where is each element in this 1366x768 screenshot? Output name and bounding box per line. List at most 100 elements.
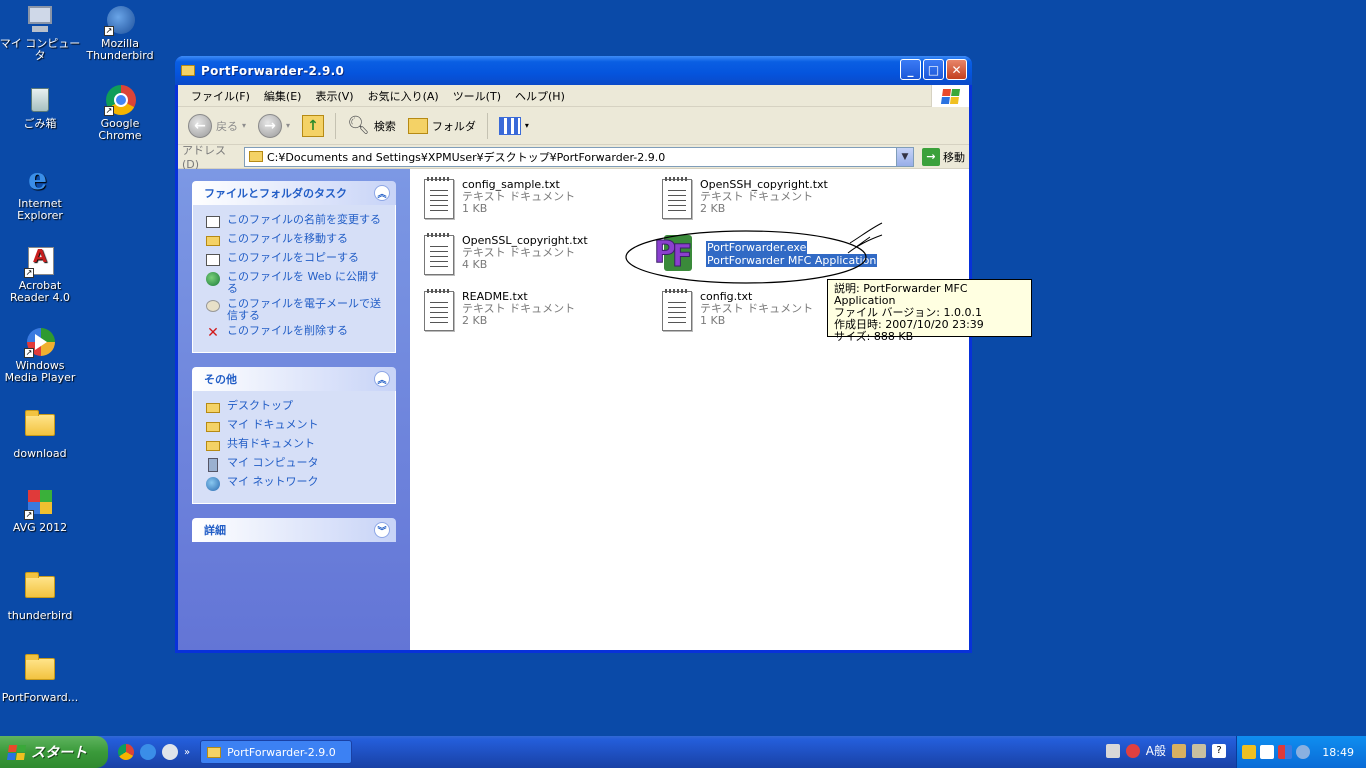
toolbar-separator	[486, 112, 488, 139]
quick-launch: »	[108, 744, 200, 760]
file-item-openssh-copyright[interactable]: OpenSSH_copyright.txt テキスト ドキュメント 2 KB	[662, 177, 828, 219]
file-size: 1 KB	[700, 314, 726, 327]
folder-icon	[181, 65, 195, 76]
place-shared-documents[interactable]: 共有ドキュメント	[205, 438, 385, 454]
address-bar: アドレス(D) C:¥Documents and Settings¥XPMUse…	[178, 144, 969, 171]
expand-down-icon[interactable]: ︾	[374, 522, 390, 538]
file-tasks-header[interactable]: ファイルとフォルダのタスク ︽	[192, 181, 396, 205]
desktop-icon-recycle-bin[interactable]: ごみ箱	[0, 84, 82, 130]
thunderbird-icon: ↗	[104, 4, 136, 36]
go-button[interactable]: → 移動	[922, 147, 965, 166]
other-places-panel: その他 ︽ デスクトップ マイ ドキュメント 共有ドキュメント マイ コンピュー…	[192, 367, 396, 504]
place-my-computer[interactable]: マイ コンピュータ	[205, 457, 385, 473]
chevron-double-right-icon[interactable]: »	[184, 747, 190, 758]
task-label: このファイルを Web に公開する	[227, 270, 379, 295]
address-input[interactable]: C:¥Documents and Settings¥XPMUser¥デスクトップ…	[244, 146, 914, 167]
chevron-down-icon: ▾	[242, 121, 247, 130]
views-button[interactable]: ▾	[495, 115, 533, 137]
folder-icon	[24, 572, 56, 608]
help-icon[interactable]: ?	[1212, 743, 1226, 758]
recycle-bin-icon	[24, 84, 56, 116]
place-desktop[interactable]: デスクトップ	[205, 400, 385, 416]
menu-view[interactable]: 表示(V)	[308, 88, 360, 104]
other-places-header[interactable]: その他 ︽	[192, 367, 396, 391]
file-item-readme[interactable]: README.txt テキスト ドキュメント 2 KB	[424, 289, 575, 331]
collapse-up-icon[interactable]: ︽	[374, 371, 390, 387]
minimize-button[interactable]: _	[900, 59, 921, 80]
taskbar-window-button[interactable]: PortForwarder-2.9.0	[200, 740, 353, 764]
shortcut-arrow-icon: ↗	[104, 26, 114, 36]
chevron-down-icon: ▼	[901, 151, 909, 162]
forward-button[interactable]: → ▾	[254, 112, 294, 140]
avg-icon[interactable]	[1278, 745, 1293, 759]
zonealarm-icon[interactable]	[1260, 745, 1275, 759]
desktop-icon-download-folder[interactable]: download	[0, 408, 82, 460]
desktop-icon-thunderbird[interactable]: ↗ Mozilla Thunderbird	[78, 4, 162, 62]
place-label: デスクトップ	[227, 399, 293, 412]
task-move[interactable]: このファイルを移動する	[205, 233, 385, 249]
clock[interactable]: 18:49	[1322, 746, 1354, 759]
back-button[interactable]: ← 戻る ▾	[184, 112, 250, 140]
chrome-icon[interactable]	[118, 744, 134, 760]
taskbar: スタート » PortForwarder-2.9.0 A般 ? 18:49	[0, 736, 1366, 768]
menu-file[interactable]: ファイル(F)	[184, 88, 257, 104]
desktop-icon-acrobat-reader[interactable]: A ↗ Acrobat Reader 4.0	[0, 246, 82, 304]
window-titlebar[interactable]: PortForwarder-2.9.0 _ □ ✕	[175, 56, 972, 85]
ime-pad-icon[interactable]	[1192, 743, 1206, 758]
desktop-icon-chrome[interactable]: ↗ Google Chrome	[78, 84, 162, 142]
menu-tools[interactable]: ツール(T)	[446, 88, 508, 104]
task-email[interactable]: このファイルを電子メールで送信する	[205, 298, 385, 322]
file-item-config-sample[interactable]: config_sample.txt テキスト ドキュメント 1 KB	[424, 177, 575, 219]
computer-icon	[205, 457, 221, 473]
file-item-openssl-copyright[interactable]: OpenSSL_copyright.txt テキスト ドキュメント 4 KB	[424, 233, 588, 275]
task-label: このファイルを削除する	[227, 324, 348, 337]
ime-mode[interactable]: A般	[1146, 742, 1166, 759]
media-icon[interactable]	[162, 744, 178, 760]
menu-favorites[interactable]: お気に入り(A)	[361, 88, 446, 104]
ime-tool-icon[interactable]	[1172, 743, 1186, 758]
menu-edit[interactable]: 編集(E)	[257, 88, 309, 104]
desktop-icon-avg[interactable]: ↗ AVG 2012	[0, 488, 82, 534]
tooltip-size: サイズ: 888 KB	[834, 330, 914, 343]
folders-button[interactable]: フォルダ	[404, 116, 480, 136]
shield-icon[interactable]	[1242, 745, 1257, 759]
place-label: マイ ドキュメント	[227, 418, 319, 431]
desktop-icon-my-computer[interactable]: マイ コンピュータ	[0, 4, 82, 62]
desktop-icon-portforward-folder[interactable]: PortForward...	[0, 652, 82, 704]
file-item-config[interactable]: config.txt テキスト ドキュメント 1 KB	[662, 289, 813, 331]
chrome-icon: ↗	[104, 84, 136, 116]
maximize-button[interactable]: □	[923, 59, 944, 80]
network-icon[interactable]	[1296, 745, 1311, 759]
desktop-icon-windows-media-player[interactable]: ↗ Windows Media Player	[0, 326, 82, 384]
tooltip-description: 説明: PortForwarder MFC Application	[834, 282, 968, 307]
internet-explorer-icon: e	[28, 162, 48, 197]
details-header[interactable]: 詳細 ︾	[192, 518, 396, 542]
desktop-icon-label: Mozilla Thunderbird	[86, 37, 154, 62]
desktop-icon-thunderbird-folder[interactable]: thunderbird	[0, 570, 82, 622]
internet-explorer-icon[interactable]	[140, 744, 156, 760]
file-tasks-panel: ファイルとフォルダのタスク ︽ このファイルの名前を変更する このファイルを移動…	[192, 181, 396, 353]
ime-icon[interactable]	[1125, 743, 1140, 758]
other-places-title: その他	[204, 373, 237, 386]
place-my-network[interactable]: マイ ネットワーク	[205, 476, 385, 492]
task-rename[interactable]: このファイルの名前を変更する	[205, 214, 385, 230]
place-my-documents[interactable]: マイ ドキュメント	[205, 419, 385, 435]
keyboard-icon[interactable]	[1105, 743, 1120, 758]
address-dropdown-button[interactable]: ▼	[896, 147, 913, 166]
menu-bar: ファイル(F) 編集(E) 表示(V) お気に入り(A) ツール(T) ヘルプ(…	[178, 85, 969, 107]
task-copy[interactable]: このファイルをコピーする	[205, 252, 385, 268]
menu-help[interactable]: ヘルプ(H)	[508, 88, 572, 104]
text-document-icon	[424, 233, 454, 275]
folder-icon	[24, 654, 56, 690]
text-document-icon	[424, 289, 454, 331]
search-button[interactable]: 🔍︎ 検索	[343, 113, 400, 138]
text-document-icon	[662, 289, 692, 331]
collapse-up-icon[interactable]: ︽	[374, 185, 390, 201]
start-button[interactable]: スタート	[0, 736, 108, 768]
task-delete[interactable]: ✕ このファイルを削除する	[205, 325, 385, 341]
task-publish-web[interactable]: このファイルを Web に公開する	[205, 271, 385, 295]
views-grid-icon	[498, 116, 521, 135]
desktop-icon-internet-explorer[interactable]: e Internet Explorer	[0, 164, 82, 222]
up-folder-button[interactable]: ↑	[298, 113, 328, 139]
close-button[interactable]: ✕	[946, 59, 967, 80]
